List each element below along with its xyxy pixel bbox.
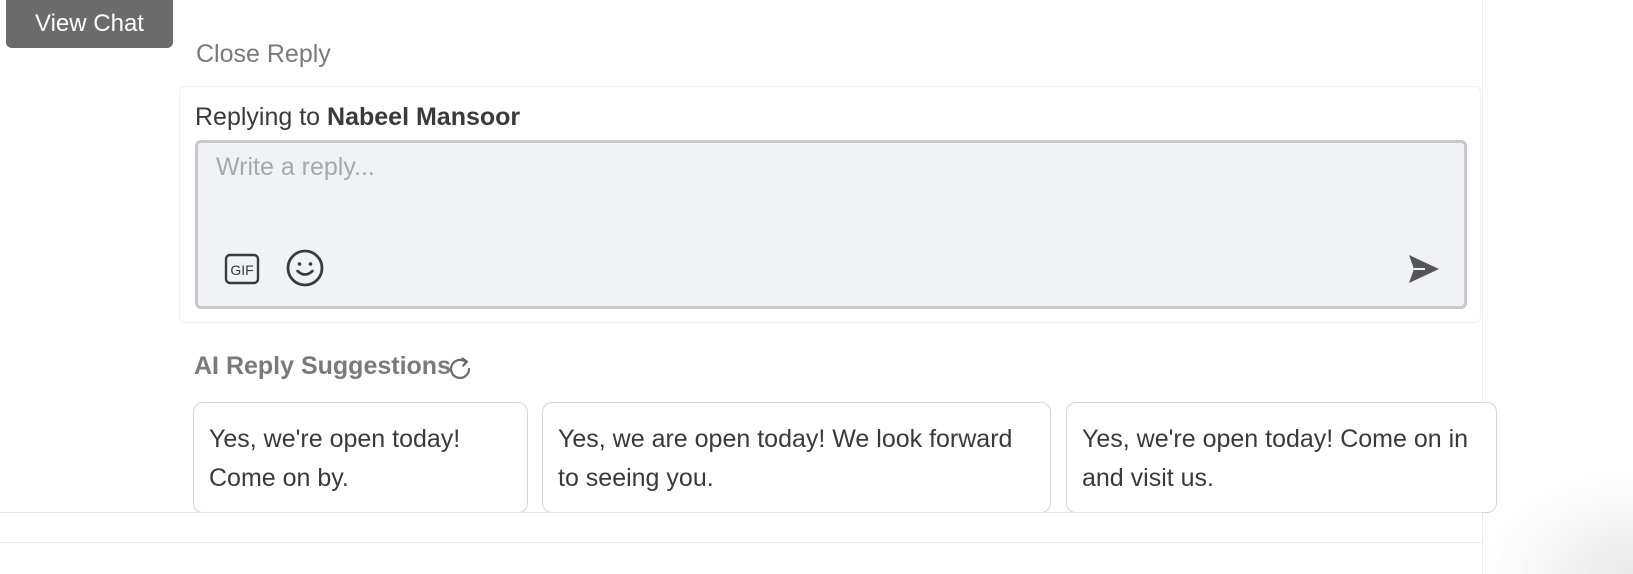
smiley-icon — [286, 249, 324, 287]
ai-suggestion-card[interactable]: Yes, we are open today! We look forward … — [542, 402, 1051, 513]
corner-shadow — [1483, 470, 1633, 574]
section-divider — [0, 542, 1482, 543]
send-icon — [1409, 255, 1439, 283]
gif-icon: GIF — [224, 253, 260, 285]
close-reply-link[interactable]: Close Reply — [196, 40, 331, 69]
reply-composer: GIF — [195, 140, 1467, 309]
gif-button[interactable]: GIF — [222, 249, 262, 289]
emoji-button[interactable] — [284, 247, 326, 289]
replying-to-prefix: Replying to — [195, 103, 321, 131]
refresh-icon — [449, 357, 471, 380]
chat-reply-panel: View Chat Close Reply Replying to Nabeel… — [0, 0, 1633, 574]
ai-suggestion-card[interactable]: Yes, we're open today! Come on by. — [193, 402, 528, 513]
replying-to-label: Replying to Nabeel Mansoor — [195, 103, 520, 132]
reply-box: Replying to Nabeel Mansoor GIF — [179, 86, 1481, 323]
view-chat-button[interactable]: View Chat — [6, 0, 173, 48]
ai-suggestion-card[interactable]: Yes, we're open today! Come on in and vi… — [1066, 402, 1497, 513]
section-divider — [0, 512, 1482, 513]
reply-input[interactable] — [216, 153, 1416, 213]
gif-icon-label: GIF — [230, 262, 253, 278]
refresh-suggestions-button[interactable] — [446, 355, 474, 383]
recipient-name: Nabeel Mansoor — [327, 103, 521, 131]
send-button[interactable] — [1404, 249, 1444, 289]
ai-suggestions-title: AI Reply Suggestions — [194, 352, 451, 380]
